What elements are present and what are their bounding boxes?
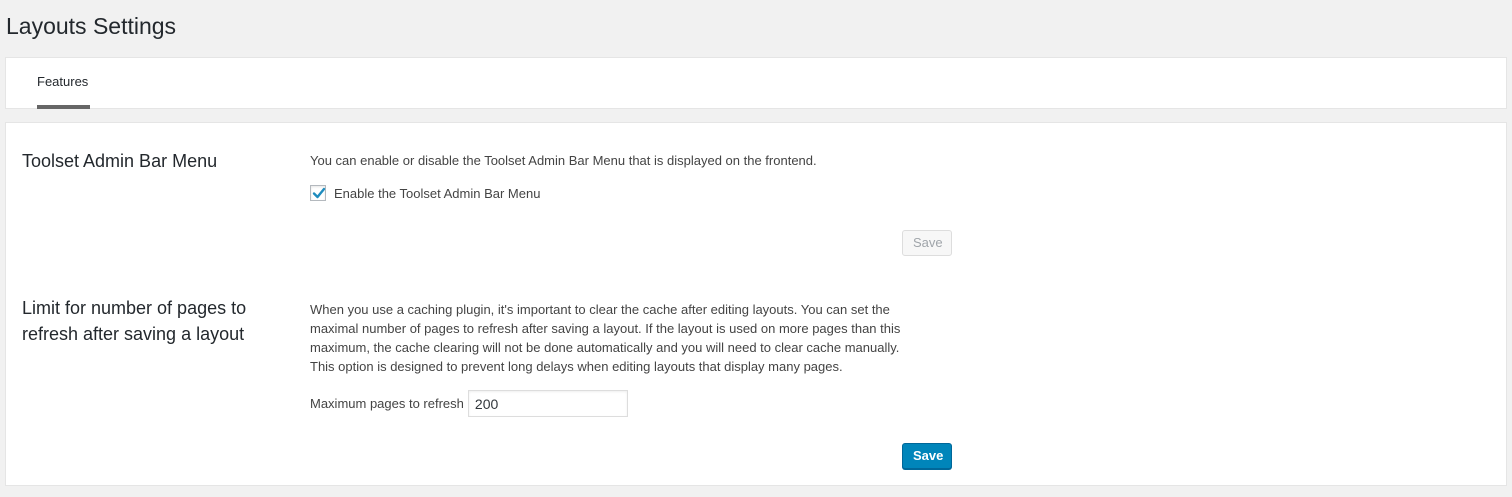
admin-bar-save-button[interactable]: Save [902, 230, 952, 256]
cache-limit-title-line2: refresh after saving a layout [22, 324, 245, 344]
admin-bar-checkbox-label: Enable the Toolset Admin Bar Menu [334, 185, 541, 201]
page-title: Layouts Settings [6, 13, 177, 39]
cache-limit-description: When you use a caching plugin, it's impo… [310, 300, 900, 376]
admin-bar-checkbox[interactable] [310, 185, 326, 201]
max-pages-label: Maximum pages to refresh [310, 396, 464, 411]
cache-limit-title-line1: Limit for number of pages to [22, 298, 247, 318]
checkmark-icon [312, 187, 326, 199]
max-pages-field-row: Maximum pages to refresh [310, 390, 628, 417]
cache-limit-save-button[interactable]: Save [902, 443, 952, 469]
admin-bar-checkbox-row[interactable]: Enable the Toolset Admin Bar Menu [310, 185, 540, 201]
cache-limit-desc-line4: This option is designed to prevent long … [310, 359, 843, 374]
cache-limit-desc-line2: maximal number of pages to refresh after… [310, 321, 901, 336]
active-tab-indicator [37, 105, 90, 109]
tabs-panel: Features [5, 57, 1507, 109]
max-pages-input[interactable] [467, 390, 628, 417]
tab-features[interactable]: Features [37, 73, 88, 91]
cache-limit-desc-line1: When you use a caching plugin, it's impo… [310, 302, 890, 317]
cache-limit-section-title: Limit for number of pages to refresh aft… [22, 295, 282, 347]
settings-panel: Toolset Admin Bar Menu You can enable or… [5, 122, 1507, 486]
admin-bar-section-title: Toolset Admin Bar Menu [22, 151, 218, 171]
cache-limit-desc-line3: maximum, the cache clearing will not be … [310, 340, 900, 355]
admin-bar-description: You can enable or disable the Toolset Ad… [310, 153, 817, 168]
